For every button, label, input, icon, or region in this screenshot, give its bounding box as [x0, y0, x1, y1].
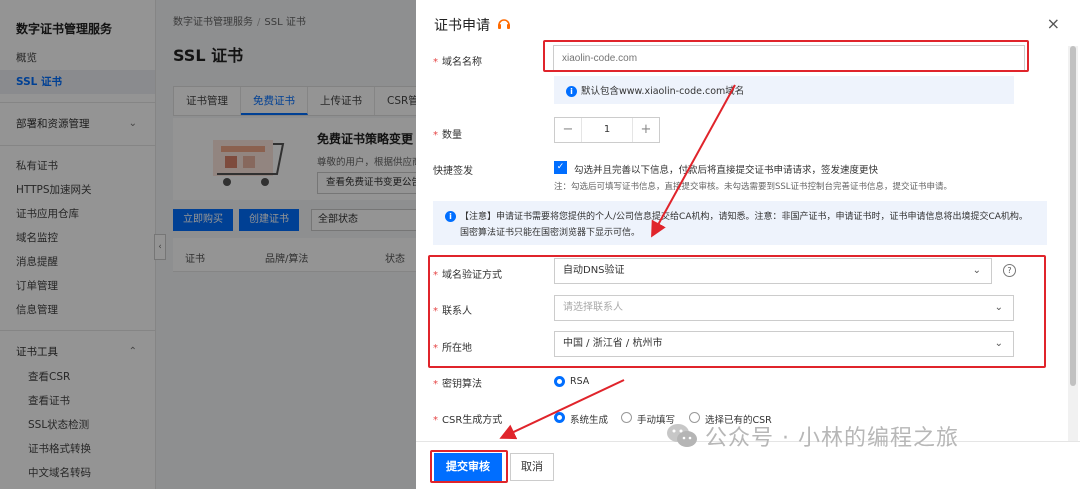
domain-label: * 域名名称 [433, 57, 482, 68]
domain-info: i 默认包含www.xiaolin-code.com域名 [554, 76, 1014, 104]
quick-issue-checkbox[interactable]: ✓ [554, 161, 567, 174]
headset-icon[interactable] [496, 16, 512, 32]
notice-line: 【注意】申请证书需要将您提供的个人/公司信息提交给CA机构，请知悉。注意：非国产… [460, 212, 1028, 222]
quick-issue-note: 注：勾选后可填写证书信息，直接提交审核。未勾选需要到SSL证书控制台完善证书信息… [554, 182, 953, 192]
cancel-button[interactable]: 取消 [510, 453, 554, 481]
csr-method-label: * CSR生成方式 [433, 415, 503, 426]
modal-title: 证书申请 [434, 18, 490, 34]
wechat-icon [667, 424, 697, 447]
quick-issue-label: 快捷签发 [433, 166, 473, 177]
increment-button[interactable]: + [633, 118, 659, 142]
quantity-label: * 数量 [433, 130, 462, 141]
rsa-radio[interactable] [554, 376, 565, 387]
quick-issue-text: 勾选并且完善以下信息，付款后将直接提交证书申请请求，签发速度更快 [574, 165, 879, 176]
info-icon: i [445, 211, 456, 222]
close-icon[interactable]: × [1047, 14, 1060, 33]
notice-line: 国密算法证书只能在国密浏览器下显示可信。 [460, 228, 641, 238]
csr-manual-radio[interactable] [621, 412, 632, 423]
decrement-button[interactable]: − [555, 118, 581, 142]
watermark-text: 公众号 · 小林的编程之旅 [705, 426, 959, 451]
rsa-label: RSA [570, 376, 590, 387]
cert-apply-modal: 证书申请 × *域名名称 i 默认包含www.xiaolin-code.com域名… [416, 0, 1080, 489]
notice-box: i 【注意】申请证书需要将您提供的个人/公司信息提交给CA机构，请知悉。注意：非国… [433, 201, 1047, 245]
algorithm-label: * 密钥算法 [433, 379, 482, 390]
csr-system-radio[interactable] [554, 412, 565, 423]
watermark: 公众号 · 小林的编程之旅 [665, 420, 959, 452]
scrollbar-thumb[interactable] [1070, 46, 1076, 386]
domain-info-text: 默认包含www.xiaolin-code.com域名 [581, 86, 745, 97]
info-icon: i [566, 86, 577, 97]
annotation-box-submit [430, 450, 508, 483]
annotation-box-fields [428, 255, 1046, 368]
csr-system-label: 系统生成 [570, 415, 609, 426]
annotation-box-domain [543, 40, 1029, 72]
quantity-stepper: − 1 + [554, 117, 660, 143]
quantity-value[interactable]: 1 [581, 118, 633, 142]
